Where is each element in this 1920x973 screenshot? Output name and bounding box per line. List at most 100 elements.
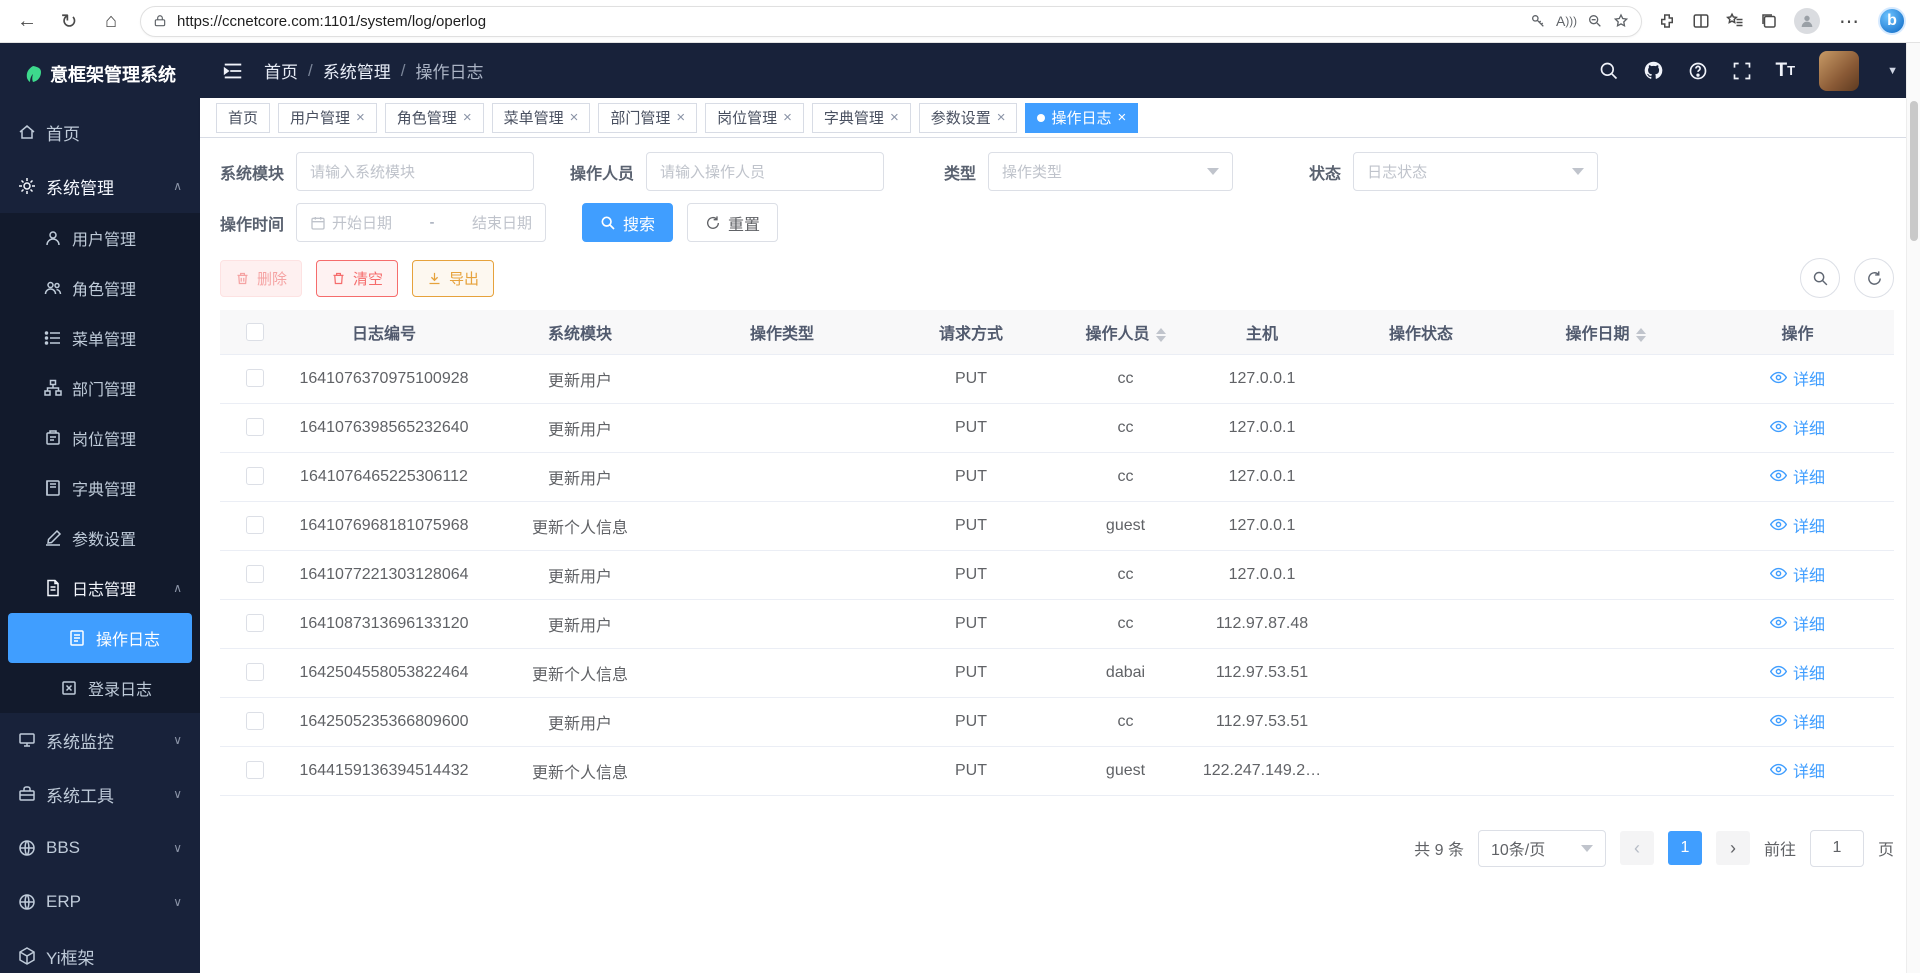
sidebar-item-erp[interactable]: ERP ∨ [0, 875, 200, 929]
close-icon[interactable]: × [997, 109, 1006, 126]
browser-profile-avatar[interactable] [1794, 8, 1820, 34]
tab-param-settings[interactable]: 参数设置× [919, 103, 1018, 133]
close-icon[interactable]: × [783, 109, 792, 126]
goto-page-input[interactable]: 1 [1810, 830, 1864, 867]
close-icon[interactable]: × [1118, 109, 1127, 126]
export-button[interactable]: 导出 [412, 260, 494, 297]
sidebar-item-operation-log[interactable]: 操作日志 [8, 613, 192, 663]
password-key-icon[interactable] [1530, 13, 1546, 29]
collections-icon[interactable] [1760, 12, 1778, 30]
next-page-button[interactable]: › [1716, 831, 1750, 865]
detail-link[interactable]: 详细 [1770, 709, 1825, 733]
delete-button[interactable]: 删除 [220, 260, 302, 297]
row-checkbox[interactable] [246, 516, 264, 534]
close-icon[interactable]: × [570, 109, 579, 126]
app-logo[interactable]: 意框架管理系统 [0, 43, 200, 105]
font-size-icon[interactable]: TT [1776, 60, 1796, 82]
extensions-icon[interactable] [1658, 12, 1676, 30]
current-page-button[interactable]: 1 [1668, 831, 1702, 865]
sidebar-item-login-log[interactable]: 登录日志 [0, 663, 200, 713]
row-checkbox[interactable] [246, 712, 264, 730]
row-checkbox[interactable] [246, 467, 264, 485]
close-icon[interactable]: × [463, 109, 472, 126]
read-aloud-icon[interactable]: A))) [1556, 13, 1577, 29]
refresh-icon[interactable]: ↻ [56, 9, 82, 34]
favorites-bar-icon[interactable] [1726, 12, 1744, 30]
breadcrumb-item-home[interactable]: 首页 [264, 58, 298, 83]
sidebar-item-home[interactable]: 首页 [0, 105, 200, 159]
type-select[interactable]: 操作类型 [988, 152, 1233, 191]
sidebar-item-bbs[interactable]: BBS ∨ [0, 821, 200, 875]
favorites-add-icon[interactable] [1613, 13, 1629, 29]
detail-link[interactable]: 详细 [1770, 660, 1825, 684]
reset-button[interactable]: 重置 [687, 203, 778, 242]
sidebar-item-logs[interactable]: 日志管理 ∧ [0, 563, 200, 613]
detail-link[interactable]: 详细 [1770, 464, 1825, 488]
refresh-table-icon[interactable] [1854, 258, 1894, 298]
detail-link[interactable]: 详细 [1770, 611, 1825, 635]
sidebar-item-dictionary[interactable]: 字典管理 [0, 463, 200, 513]
sidebar-item-departments[interactable]: 部门管理 [0, 363, 200, 413]
sidebar-item-yi-framework[interactable]: Yi框架 [0, 929, 200, 973]
operator-input[interactable]: 请输入操作人员 [646, 152, 884, 191]
page-scrollbar[interactable] [1906, 43, 1920, 973]
row-checkbox[interactable] [246, 761, 264, 779]
close-icon[interactable]: × [676, 109, 685, 126]
fullscreen-icon[interactable] [1732, 61, 1752, 81]
detail-link[interactable]: 详细 [1770, 562, 1825, 586]
date-range-picker[interactable]: 开始日期 - 结束日期 [296, 203, 546, 242]
close-icon[interactable]: × [890, 109, 899, 126]
detail-link[interactable]: 详细 [1770, 366, 1825, 390]
page-size-select[interactable]: 10条/页 [1478, 830, 1606, 867]
select-all-checkbox[interactable] [246, 323, 264, 341]
row-checkbox[interactable] [246, 663, 264, 681]
tab-role-mgmt[interactable]: 角色管理× [385, 103, 484, 133]
collapse-sidebar-icon[interactable] [222, 60, 244, 82]
show-search-icon[interactable] [1800, 258, 1840, 298]
tab-menu-mgmt[interactable]: 菜单管理× [492, 103, 591, 133]
split-screen-icon[interactable] [1692, 12, 1710, 30]
zoom-out-icon[interactable] [1587, 13, 1603, 29]
scrollbar-thumb[interactable] [1910, 101, 1918, 241]
tab-dict-mgmt[interactable]: 字典管理× [812, 103, 911, 133]
sidebar-item-tools[interactable]: 系统工具 ∨ [0, 767, 200, 821]
tab-home[interactable]: 首页 [216, 103, 270, 133]
back-icon[interactable]: ← [14, 10, 40, 33]
user-avatar[interactable] [1819, 51, 1859, 91]
detail-link[interactable]: 详细 [1770, 415, 1825, 439]
sidebar-item-monitor[interactable]: 系统监控 ∨ [0, 713, 200, 767]
bing-icon[interactable]: b [1878, 7, 1906, 35]
sidebar-item-parameters[interactable]: 参数设置 [0, 513, 200, 563]
col-date[interactable]: 操作日期 [1510, 310, 1701, 354]
module-input[interactable]: 请输入系统模块 [296, 152, 534, 191]
clear-button[interactable]: 清空 [316, 260, 398, 297]
close-icon[interactable]: × [356, 109, 365, 126]
home-icon[interactable]: ⌂ [98, 10, 124, 33]
breadcrumb-item-system[interactable]: 系统管理 [323, 58, 391, 83]
help-icon[interactable] [1688, 61, 1708, 81]
address-bar[interactable]: https://ccnetcore.com:1101/system/log/op… [140, 6, 1642, 37]
avatar-caret-icon[interactable]: ▼ [1887, 65, 1898, 77]
row-checkbox[interactable] [246, 614, 264, 632]
detail-link[interactable]: 详细 [1770, 513, 1825, 537]
sort-icon[interactable] [1636, 328, 1646, 342]
sidebar-item-menus[interactable]: 菜单管理 [0, 313, 200, 363]
sidebar-item-roles[interactable]: 角色管理 [0, 263, 200, 313]
sidebar-item-system[interactable]: 系统管理 ∧ [0, 159, 200, 213]
tab-user-mgmt[interactable]: 用户管理× [278, 103, 377, 133]
sort-icon[interactable] [1156, 328, 1166, 342]
detail-link[interactable]: 详细 [1770, 758, 1825, 782]
more-menu-icon[interactable]: ⋯ [1836, 9, 1862, 34]
row-checkbox[interactable] [246, 565, 264, 583]
search-button[interactable]: 搜索 [582, 203, 673, 242]
tab-operation-log[interactable]: 操作日志× [1025, 103, 1138, 133]
tab-post-mgmt[interactable]: 岗位管理× [705, 103, 804, 133]
url-text[interactable]: https://ccnetcore.com:1101/system/log/op… [177, 13, 1520, 30]
github-icon[interactable] [1643, 60, 1664, 81]
sidebar-item-users[interactable]: 用户管理 [0, 213, 200, 263]
col-operator[interactable]: 操作人员 [1059, 310, 1192, 354]
sidebar-item-posts[interactable]: 岗位管理 [0, 413, 200, 463]
row-checkbox[interactable] [246, 418, 264, 436]
search-icon[interactable] [1599, 61, 1619, 81]
row-checkbox[interactable] [246, 369, 264, 387]
